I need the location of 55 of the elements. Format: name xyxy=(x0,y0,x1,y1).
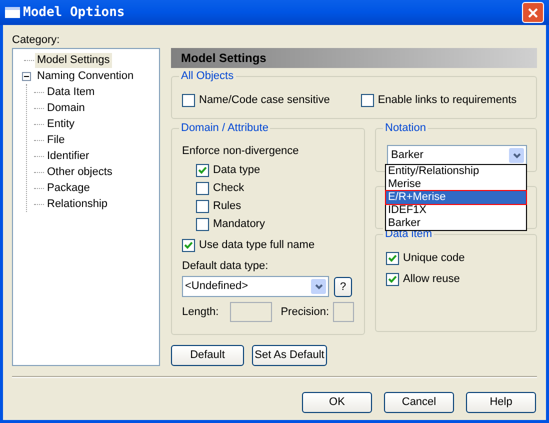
notation-dropdown[interactable]: Barker xyxy=(387,145,527,166)
button[interactable]: OK xyxy=(302,392,372,413)
close-icon xyxy=(528,8,538,18)
checkbox-label: Use data type full name xyxy=(199,238,315,253)
checkbox[interactable] xyxy=(360,94,374,107)
help-button[interactable]: ? xyxy=(334,276,352,296)
checkbox-label: Name/Code case sensitive xyxy=(199,93,330,108)
tree-item[interactable]: Naming Convention xyxy=(35,68,136,84)
checkbox[interactable] xyxy=(196,200,209,212)
tree-item[interactable]: Other objects xyxy=(45,164,114,180)
dropdown-option[interactable]: E/R+Merise xyxy=(386,191,526,204)
checkbox-label: Allow reuse xyxy=(403,272,460,287)
checkbox-label: Unique code xyxy=(403,250,465,266)
category-label: Category: xyxy=(12,33,61,48)
length-field[interactable] xyxy=(230,302,272,322)
button[interactable]: Help xyxy=(466,392,536,413)
dropdown-option[interactable]: Barker xyxy=(386,217,526,230)
dropdown-option[interactable]: Merise xyxy=(386,178,526,191)
dropdown-option[interactable]: Entity/Relationship xyxy=(386,165,526,178)
checkbox[interactable] xyxy=(196,182,209,194)
field-label: Length: xyxy=(182,304,219,320)
tree-item[interactable]: File xyxy=(45,132,67,148)
window-icon xyxy=(5,7,20,18)
checkbox-label: Data type xyxy=(213,162,260,178)
checkbox[interactable] xyxy=(196,218,209,230)
collapse-icon[interactable] xyxy=(22,72,30,80)
close-button[interactable] xyxy=(522,2,544,23)
dropdown-option[interactable]: IDEF1X xyxy=(386,204,526,217)
tree-item[interactable]: Model Settings xyxy=(35,52,112,68)
tree-item[interactable]: Identifier xyxy=(45,148,92,164)
checkbox[interactable] xyxy=(196,164,209,176)
checkbox-label: Check xyxy=(213,180,244,196)
checkbox[interactable] xyxy=(386,272,399,286)
enforce-label: Enforce non-divergence xyxy=(182,144,299,159)
panel-header: Model Settings xyxy=(171,48,537,68)
checkbox[interactable] xyxy=(182,238,195,252)
tree-item[interactable]: Domain xyxy=(45,100,87,116)
checkbox-label: Enable links to requirements xyxy=(378,93,517,108)
field-label: Default data type: xyxy=(182,259,268,274)
checkbox-label: Rules xyxy=(213,198,242,214)
checkbox[interactable] xyxy=(182,94,195,107)
button[interactable]: Set As Default xyxy=(252,345,327,366)
tree-item[interactable]: Relationship xyxy=(45,196,110,212)
group-title: All Objects xyxy=(179,69,236,83)
field-label: Precision: xyxy=(280,304,329,320)
checkbox[interactable] xyxy=(386,252,399,264)
button[interactable]: Cancel xyxy=(384,392,454,413)
checkbox-label: Mandatory xyxy=(213,216,265,232)
tree-item[interactable]: Package xyxy=(45,180,92,196)
button[interactable]: Default xyxy=(171,345,244,366)
tree-item[interactable]: Data Item xyxy=(45,84,97,100)
window-title: Model Options xyxy=(23,4,126,22)
precision-field[interactable] xyxy=(333,302,354,322)
data-type-dropdown[interactable]: <Undefined> xyxy=(182,276,329,297)
tree-item[interactable]: Entity xyxy=(45,116,77,132)
